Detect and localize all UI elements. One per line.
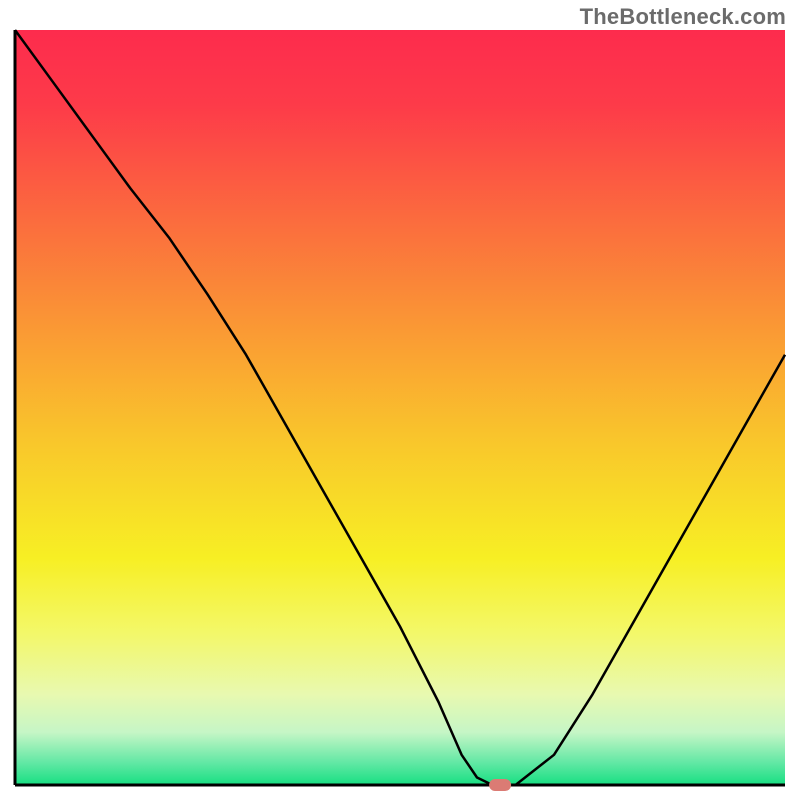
optimal-marker (489, 779, 511, 791)
watermark-text: TheBottleneck.com (580, 4, 786, 30)
bottleneck-chart (0, 0, 800, 800)
chart-background (15, 30, 785, 785)
chart-container: TheBottleneck.com (0, 0, 800, 800)
